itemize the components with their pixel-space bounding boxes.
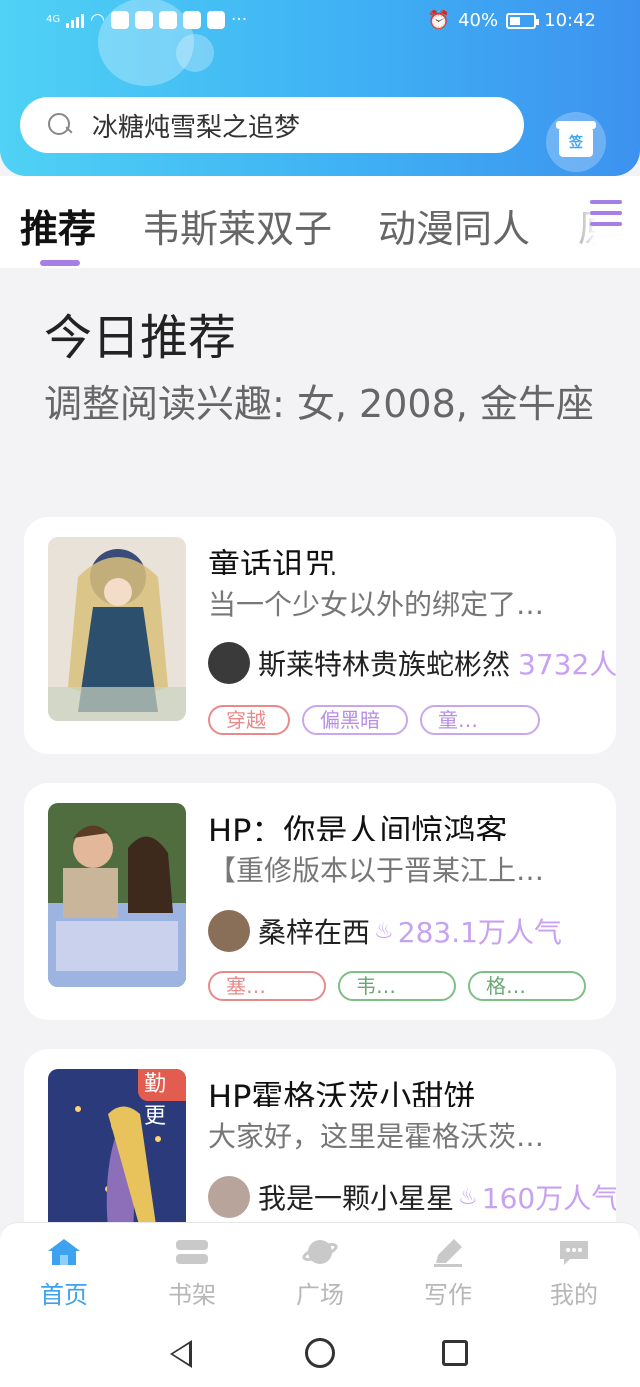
tag[interactable]: 偏黑暗 [302,705,408,735]
search-icon [48,113,72,137]
book-description: 当一个少女以外的绑定了… [208,588,545,621]
tag[interactable]: 穿越 [208,705,290,735]
battery-icon [506,12,540,29]
category-menu-icon[interactable] [590,200,622,232]
active-tab-indicator [40,260,80,266]
bottom-navigation: 首页 书架 广场 写作 我的 [0,1222,640,1320]
tag[interactable]: 格… [468,971,586,1001]
search-bar[interactable]: 冰糖炖雪梨之追梦 [20,97,524,153]
pen-icon [430,1237,466,1267]
tag[interactable]: 塞… [208,971,326,1001]
tag[interactable]: 童… [420,705,540,735]
category-tabs: 推荐 韦斯莱双子 动漫同人 原创 [0,176,640,268]
book-card[interactable]: HP：你是人间惊鸿客 【重修版本以于晋某江上… 桑梓在西 ♨ 283.1万人气 … [24,783,616,1020]
book-title: HP：你是人间惊鸿客 [208,812,508,841]
nav-bookshelf[interactable]: 书架 [142,1237,242,1310]
home-circle-icon[interactable] [305,1338,335,1368]
avatar [208,910,250,952]
status-bar: 4G ◠ ··· ⏰ 40% 10:42 [0,0,640,44]
nav-home[interactable]: 首页 [14,1237,114,1310]
nav-label: 写作 [424,1281,472,1309]
nav-label: 广场 [296,1281,344,1309]
book-card[interactable]: 童话诅咒 当一个少女以外的绑定了… 斯莱特林贵族蛇彬然 3732人气 穿越 偏黑… [24,517,616,754]
tag-list: 穿越 偏黑暗 童… [208,705,540,735]
planet-icon [302,1237,338,1267]
tag[interactable]: 韦… [338,971,456,1001]
signal-icon [66,12,85,28]
popularity-count: 3732人气 [518,648,616,681]
tab-anime-fanfic[interactable]: 动漫同人 [378,198,530,253]
book-title: HP霍格沃茨小甜饼 [208,1078,476,1107]
book-cover [48,803,186,987]
flame-icon: ♨ [458,1184,478,1210]
author-name: 我是一颗小星星 [258,1182,455,1215]
nav-label: 书架 [168,1281,216,1309]
recent-apps-icon[interactable] [442,1340,468,1366]
more-notifications-icon: ··· [230,10,248,30]
flame-icon: ♨ [374,918,394,944]
gift-label: 签 [569,135,583,151]
book-cover [48,537,186,721]
author-name: 桑梓在西 [258,916,371,949]
avatar [208,1176,250,1218]
nav-profile[interactable]: 我的 [524,1237,624,1310]
popularity-count: 160万人气 [481,1182,616,1215]
network-label: 4G [46,14,61,25]
music-app-icon [110,11,129,29]
gift-icon: 签 [556,121,596,157]
wifi-icon: ◠ [90,10,105,30]
book-title: 童话诅咒 [208,546,337,575]
nav-label: 我的 [550,1281,598,1309]
photo-app-icon [206,11,225,29]
battery-percent: 40% [458,10,499,31]
author-row: 桑梓在西 ♨ 283.1万人气 [208,909,562,953]
nav-plaza[interactable]: 广场 [270,1237,370,1310]
home-icon [46,1237,82,1267]
author-row: 我是一颗小星星 ♨ 160万人气 [208,1175,616,1219]
sign-in-gift-button[interactable]: 签 [546,112,606,172]
book-description: 【重修版本以于晋某江上… [208,854,545,887]
tag-list: 塞… 韦… 格… [208,971,586,1001]
shortcut-app-icon [182,11,201,29]
nav-label: 首页 [40,1281,88,1309]
system-nav-bar [0,1320,640,1387]
tab-weasley-twins[interactable]: 韦斯莱双子 [142,198,332,253]
tab-recommend[interactable]: 推荐 [20,198,96,253]
chat-bubble-icon [556,1237,592,1267]
section-title: 今日推荐 [44,310,237,366]
nav-write[interactable]: 写作 [398,1237,498,1310]
book-description: 大家好，这里是霍格沃茨… [208,1120,545,1153]
author-name: 斯莱特林贵族蛇彬然 [258,648,511,681]
author-row: 斯莱特林贵族蛇彬然 3732人气 [208,641,616,685]
interest-settings-link[interactable]: 调整阅读兴趣: 女, 2008, 金牛座 [44,376,614,432]
bookshelf-icon [174,1237,210,1267]
alarm-icon: ⏰ [427,10,451,31]
clock: 10:42 [544,10,596,31]
top-header: 4G ◠ ··· ⏰ 40% 10:42 冰糖炖雪梨之追梦 [0,0,640,176]
back-icon[interactable] [170,1340,192,1368]
avatar [208,642,250,684]
search-query: 冰糖炖雪梨之追梦 [92,112,301,143]
update-badge: 勤更 [138,1069,186,1129]
wechat-icon [134,11,153,29]
bulb-app-icon [158,11,177,29]
popularity-count: 283.1万人气 [397,916,562,949]
